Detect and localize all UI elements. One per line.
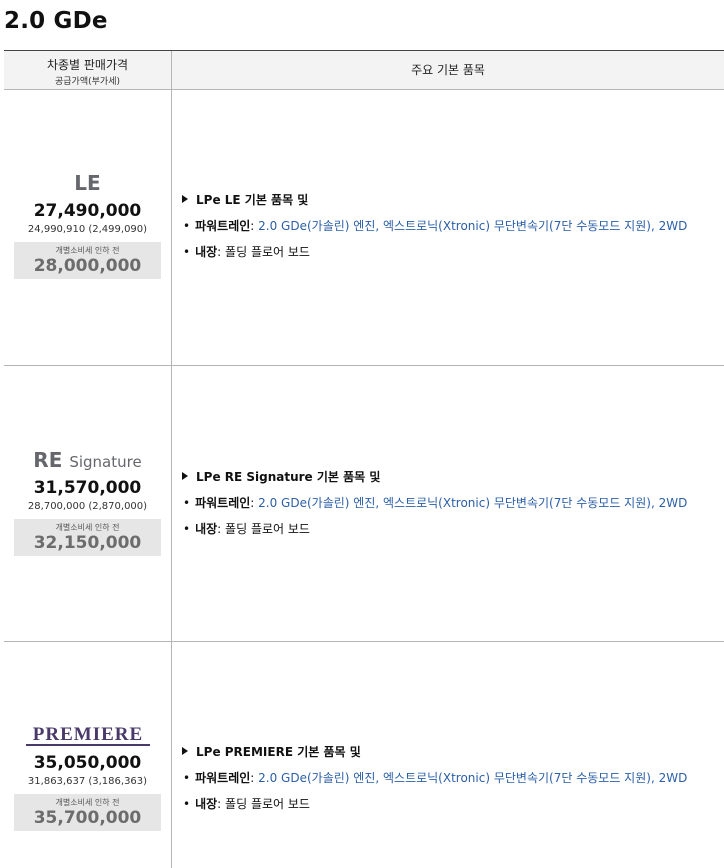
separator: : [250,496,255,510]
price-value: 27,490,000 [33,201,142,221]
price-cell: LE 27,490,000 24,990,910 (2,499,090) 개별소… [4,90,172,365]
bullet-icon: • [183,771,191,785]
header-items-title: 주요 기본 품목 [411,63,485,77]
arrow-right-icon [182,472,188,480]
separator: : [250,219,255,233]
pre-tax-label: 개별소비세 인하 전 [55,523,120,532]
separator: : [217,522,222,536]
separator: : [217,797,222,811]
bullet-icon: • [183,245,191,259]
table-row-le: LE 27,490,000 24,990,910 (2,499,090) 개별소… [4,90,724,366]
interior-label: 내장 [195,797,218,811]
supply-price: 31,863,637 (3,186,363) [27,776,148,787]
price-value: 31,570,000 [33,478,142,498]
price-table: 차종별 판매가격 공급가액(부가세) 주요 기본 품목 LE 27,490,00… [4,50,724,868]
trim-name-main: RE [33,448,63,472]
package-title: LPe RE Signature 기본 품목 및 [196,470,381,484]
items-cell: LPe LE 기본 품목 및 • 파워트레인: 2.0 GDe(가솔린) 엔진, … [172,90,724,365]
supply-price: 28,700,000 (2,870,000) [27,501,148,512]
powertrain-line: • 파워트레인: 2.0 GDe(가솔린) 엔진, 엑스트로닉(Xtronic) … [182,768,687,794]
interior-value: 폴딩 플로어 보드 [225,245,310,259]
header-price-subtitle: 공급가액(부가세) [55,77,120,87]
bullet-icon: • [183,219,191,233]
powertrain-value: 2.0 GDe(가솔린) 엔진, 엑스트로닉(Xtronic) 무단변속기(7단… [258,771,688,785]
items-cell: LPe PREMIERE 기본 품목 및 • 파워트레인: 2.0 GDe(가솔린… [172,642,724,868]
package-line: LPe RE Signature 기본 품목 및 [182,467,687,493]
logo-underline [25,744,150,746]
items-cell: LPe RE Signature 기본 품목 및 • 파워트레인: 2.0 GDe… [172,366,724,641]
page-title: 2.0 GDe [4,8,108,34]
table-header: 차종별 판매가격 공급가액(부가세) 주요 기본 품목 [4,51,724,90]
price-cell: PREMIERE 35,050,000 31,863,637 (3,186,36… [4,642,172,868]
premiere-logo-icon: PREMIERE [25,724,150,746]
pre-tax-box: 개별소비세 인하 전 28,000,000 [14,242,161,279]
table-row-re-signature: RE Signature 31,570,000 28,700,000 (2,87… [4,366,724,642]
trim-name: RE Signature [4,446,171,474]
interior-value: 폴딩 플로어 보드 [225,522,310,536]
header-price-column: 차종별 판매가격 공급가액(부가세) [4,51,172,89]
separator: : [250,771,255,785]
pre-tax-price: 35,700,000 [33,808,142,828]
interior-label: 내장 [195,522,218,536]
pre-tax-label: 개별소비세 인하 전 [55,798,120,807]
bullet-icon: • [183,797,191,811]
package-title: LPe PREMIERE 기본 품목 및 [196,745,361,759]
arrow-right-icon [182,747,188,755]
price-value: 35,050,000 [33,753,142,773]
pre-tax-price: 28,000,000 [33,256,142,276]
package-title: LPe LE 기본 품목 및 [196,193,309,207]
trim-name: LE [74,171,101,195]
logo-text: PREMIERE [32,724,142,745]
pre-tax-price: 32,150,000 [33,533,142,553]
header-price-title: 차종별 판매가격 [46,58,129,72]
powertrain-value: 2.0 GDe(가솔린) 엔진, 엑스트로닉(Xtronic) 무단변속기(7단… [258,496,688,510]
interior-line: • 내장: 폴딩 플로어 보드 [182,242,687,268]
pre-tax-box: 개별소비세 인하 전 35,700,000 [14,794,161,831]
price-cell: RE Signature 31,570,000 28,700,000 (2,87… [4,366,172,641]
powertrain-label: 파워트레인 [195,496,251,510]
interior-line: • 내장: 폴딩 플로어 보드 [182,794,687,820]
pre-tax-label: 개별소비세 인하 전 [55,246,120,255]
trim-name-suffix: Signature [69,453,142,471]
bullet-icon: • [183,522,191,536]
interior-label: 내장 [195,245,218,259]
powertrain-line: • 파워트레인: 2.0 GDe(가솔린) 엔진, 엑스트로닉(Xtronic) … [182,216,687,242]
bullet-icon: • [183,496,191,510]
premiere-logo: PREMIERE [4,721,171,749]
package-line: LPe PREMIERE 기본 품목 및 [182,742,687,768]
powertrain-label: 파워트레인 [195,771,251,785]
table-row-premiere: PREMIERE 35,050,000 31,863,637 (3,186,36… [4,642,724,868]
powertrain-label: 파워트레인 [195,219,251,233]
powertrain-value: 2.0 GDe(가솔린) 엔진, 엑스트로닉(Xtronic) 무단변속기(7단… [258,219,688,233]
interior-line: • 내장: 폴딩 플로어 보드 [182,519,687,545]
separator: : [217,245,222,259]
pre-tax-box: 개별소비세 인하 전 32,150,000 [14,519,161,556]
interior-value: 폴딩 플로어 보드 [225,797,310,811]
arrow-right-icon [182,195,188,203]
powertrain-line: • 파워트레인: 2.0 GDe(가솔린) 엔진, 엑스트로닉(Xtronic) … [182,493,687,519]
supply-price: 24,990,910 (2,499,090) [27,224,148,235]
package-line: LPe LE 기본 품목 및 [182,190,687,216]
